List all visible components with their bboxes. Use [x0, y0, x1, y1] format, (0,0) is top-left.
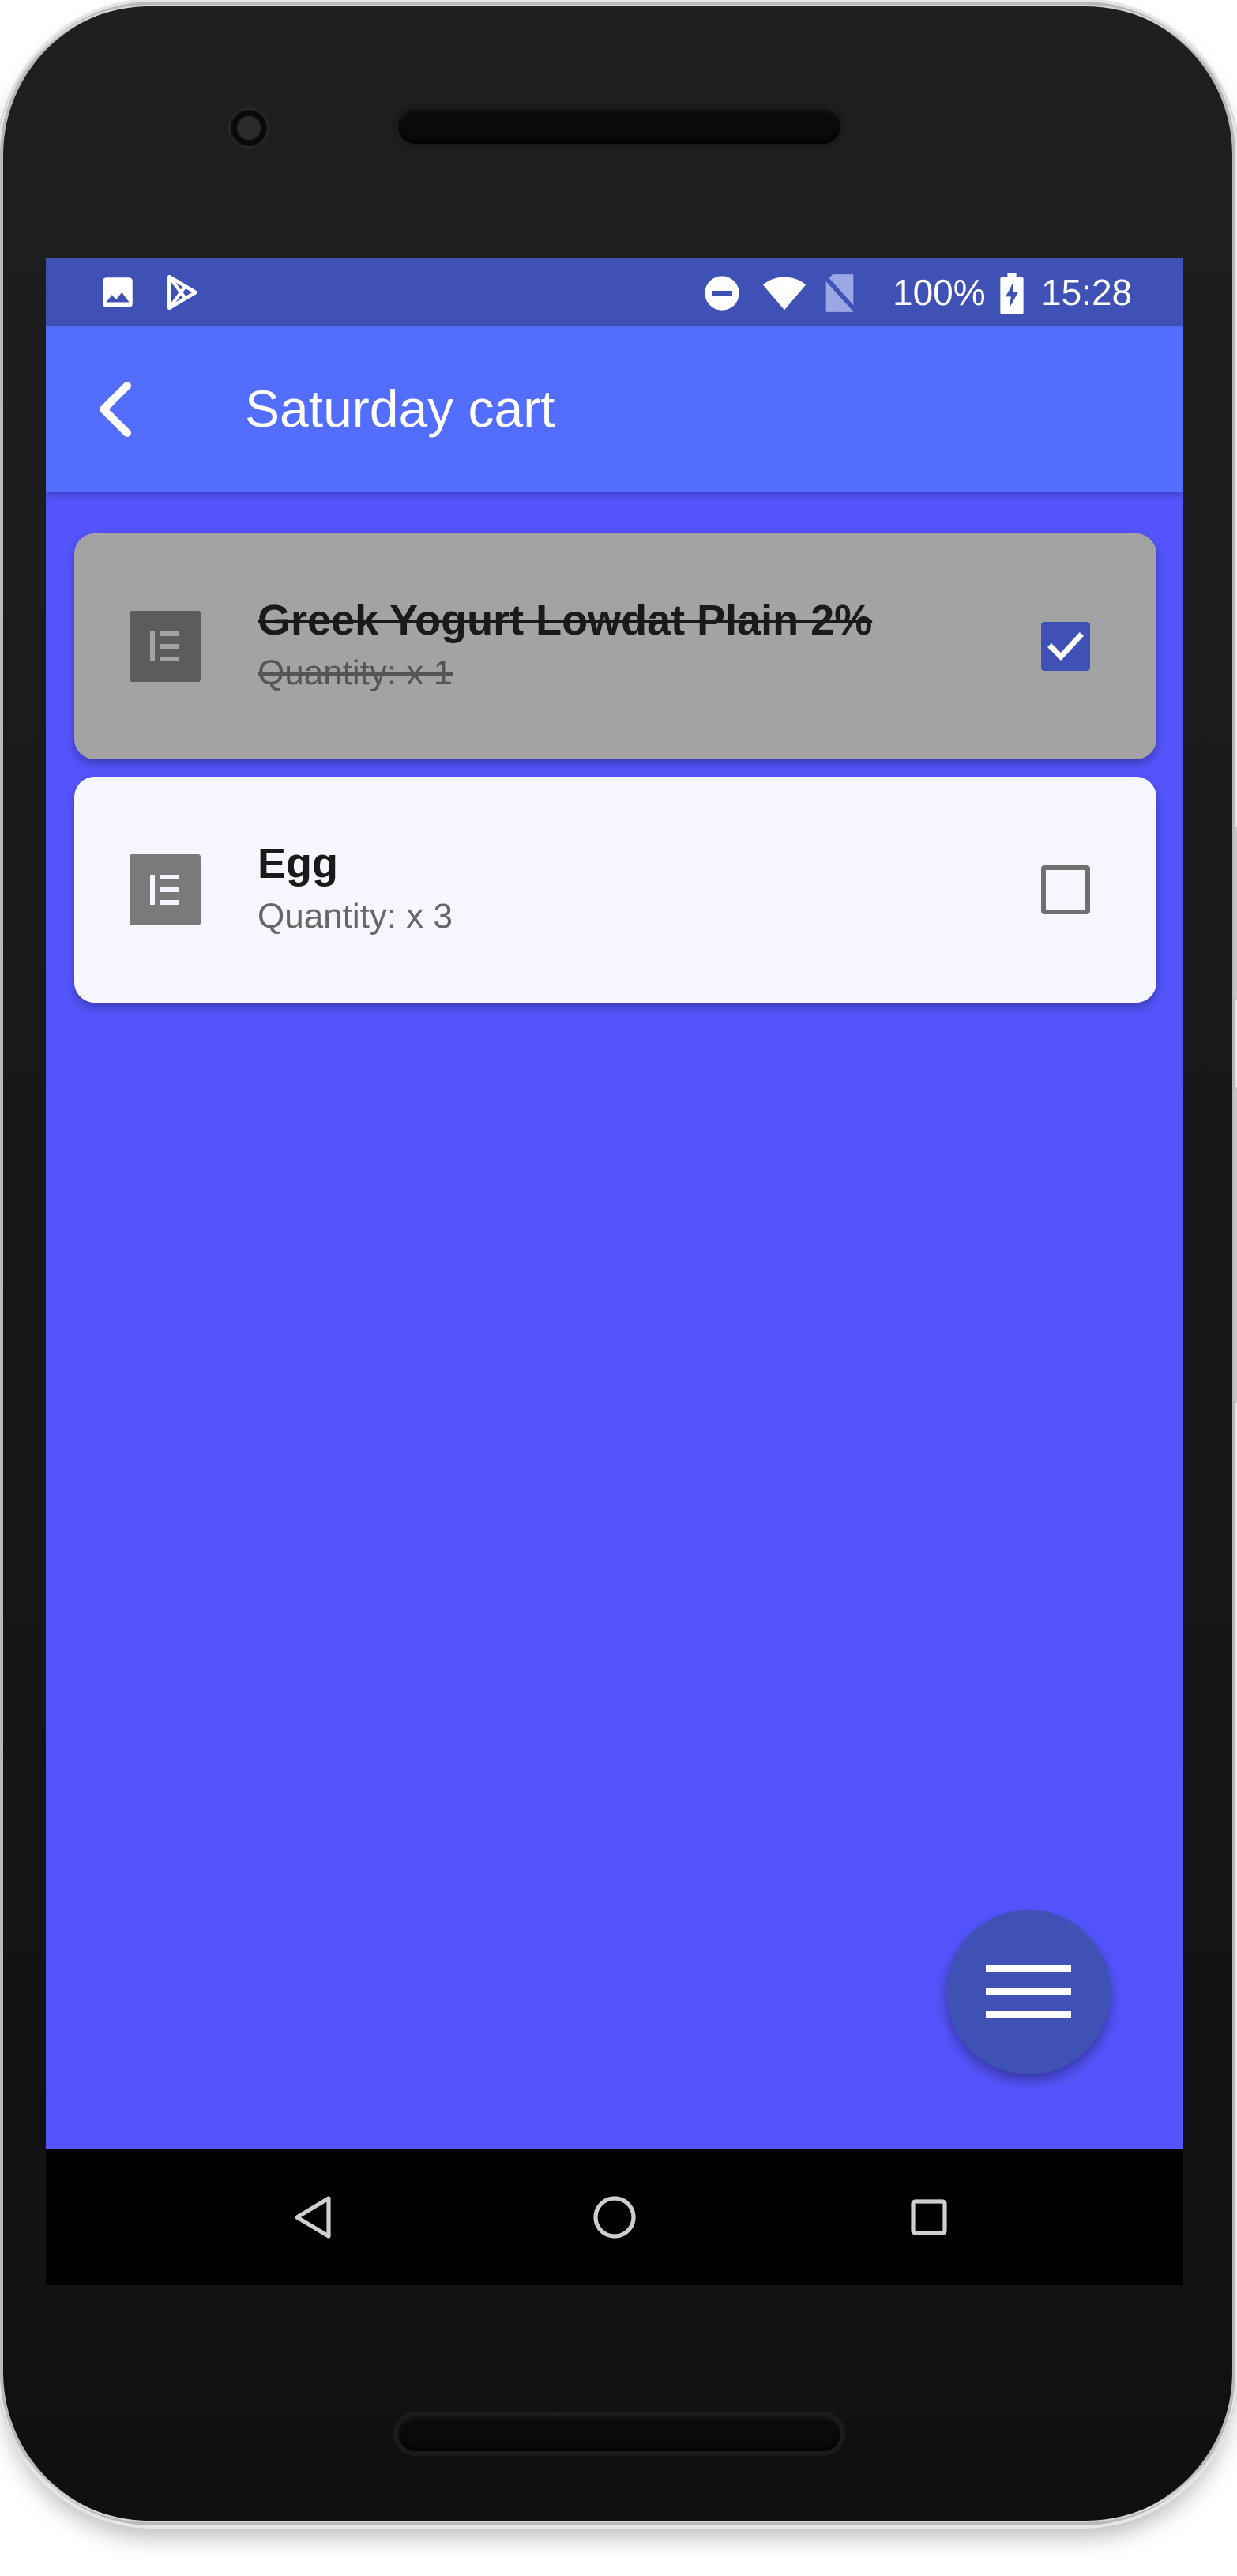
top-speaker — [398, 109, 840, 144]
image-icon — [103, 277, 133, 307]
nav-back-button[interactable] — [281, 2186, 344, 2249]
item-checkbox-unchecked[interactable] — [1041, 865, 1090, 914]
app-screen: 100% 15:28 Saturday cart Greek Yogurt Lo… — [46, 258, 1183, 2285]
menu-icon — [986, 1965, 1071, 2018]
menu-fab-button[interactable] — [946, 1910, 1111, 2074]
system-nav-bar — [46, 2149, 1183, 2285]
status-bar: 100% 15:28 — [46, 258, 1183, 326]
wifi-icon — [762, 277, 806, 311]
play-store-icon — [167, 274, 197, 311]
recents-square-icon — [911, 2199, 947, 2235]
home-circle-icon — [593, 2196, 636, 2239]
volume-button — [1234, 1087, 1237, 1403]
list-item-icon — [130, 611, 201, 682]
nav-home-button[interactable] — [583, 2186, 646, 2249]
app-bar: Saturday cart — [46, 326, 1183, 492]
back-button[interactable] — [77, 374, 149, 445]
power-button — [1234, 827, 1237, 1000]
cart-item-card[interactable]: Greek Yogurt Lowdat Plain 2% Quantity: x… — [74, 533, 1156, 759]
clock: 15:28 — [1041, 272, 1133, 313]
item-checkbox-checked[interactable] — [1041, 622, 1090, 671]
front-camera — [228, 107, 269, 149]
list-item-icon — [130, 854, 201, 925]
item-name: Greek Yogurt Lowdat Plain 2% — [258, 597, 873, 644]
no-sim-icon — [822, 274, 857, 312]
nav-recents-button[interactable] — [897, 2186, 961, 2249]
arrow-back-icon — [100, 382, 131, 437]
battery-percent: 100% — [893, 272, 986, 313]
item-quantity: Quantity: x 1 — [258, 653, 453, 692]
page-title: Saturday cart — [245, 379, 555, 438]
cart-item-card[interactable]: Egg Quantity: x 3 — [74, 777, 1156, 1003]
item-quantity: Quantity: x 3 — [258, 897, 453, 936]
item-name: Egg — [258, 840, 338, 887]
bottom-speaker — [398, 2416, 840, 2451]
battery-charging-icon — [1000, 273, 1024, 314]
back-triangle-icon — [295, 2196, 331, 2239]
do-not-disturb-icon — [705, 276, 739, 311]
check-icon — [1047, 632, 1084, 661]
